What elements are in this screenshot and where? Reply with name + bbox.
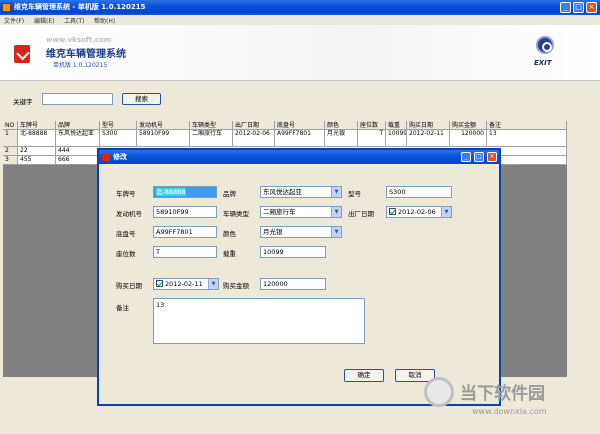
- model-label: 型号: [348, 190, 361, 198]
- banner: www.vksoft.com 维克车辆管理系统 单机版 1.0.120215 E…: [0, 25, 600, 81]
- note-textarea[interactable]: 13: [153, 298, 365, 344]
- column-header[interactable]: 车牌号: [18, 121, 56, 130]
- type-label: 车辆类型: [223, 210, 249, 218]
- table-cell: 666: [56, 156, 100, 165]
- price-label: 购买金额: [223, 282, 249, 290]
- exit-icon[interactable]: [536, 36, 554, 54]
- color-select[interactable]: 月光银 ▼: [260, 226, 342, 238]
- table-cell: 10099: [386, 130, 407, 147]
- row-number: 1: [3, 130, 18, 147]
- watermark-logo-icon: [424, 377, 454, 407]
- column-header[interactable]: 颜色: [325, 121, 358, 130]
- brand-version: 单机版 1.0.120215: [53, 62, 108, 69]
- column-header[interactable]: 出厂日期: [233, 121, 275, 130]
- menu-help[interactable]: 帮助(H): [94, 16, 115, 25]
- chassis-input[interactable]: A99FF7801: [153, 226, 217, 238]
- table-cell: 455: [18, 156, 56, 165]
- color-label: 颜色: [223, 230, 236, 238]
- table-cell: 二厢旅行车: [190, 130, 233, 147]
- table-cell: 东风悦达起亚: [56, 130, 100, 147]
- exit-label[interactable]: EXIT: [534, 59, 552, 67]
- row-number: 2: [3, 147, 18, 156]
- plate-input[interactable]: 北-88888: [153, 186, 217, 198]
- dialog-minimize-button[interactable]: _: [461, 152, 471, 162]
- buy-date-picker[interactable]: 2012-02-11 ▼: [153, 278, 219, 290]
- price-input[interactable]: 120000: [260, 278, 326, 290]
- load-input[interactable]: 10099: [260, 246, 326, 258]
- checkbox-checked-icon[interactable]: [156, 280, 163, 287]
- table-cell: 2012-02-06: [233, 130, 275, 147]
- table-cell: 13: [487, 130, 567, 147]
- search-input[interactable]: [42, 93, 113, 105]
- type-select[interactable]: 二厢旅行车 ▼: [260, 206, 342, 218]
- minimize-button[interactable]: _: [560, 2, 571, 13]
- chassis-label: 底盘号: [116, 230, 136, 238]
- table-cell: A99FF7801: [275, 130, 325, 147]
- dialog-title-bar: 修改 _ □ ×: [99, 150, 499, 164]
- search-label: 关键字: [13, 98, 33, 106]
- factory-date-picker[interactable]: 2012-02-06 ▼: [386, 206, 452, 218]
- column-header[interactable]: 发动机号: [137, 121, 190, 130]
- watermark-text: 当下软件园: [460, 384, 545, 404]
- brand-title: 维克车辆管理系统: [46, 49, 126, 60]
- column-header[interactable]: 备注: [487, 121, 567, 130]
- column-header[interactable]: 型号: [100, 121, 137, 130]
- column-header[interactable]: 购买日期: [407, 121, 450, 130]
- window-title: 维克车辆管理系统 - 单机版 1.0.120215: [14, 3, 146, 11]
- column-header[interactable]: 载重: [386, 121, 407, 130]
- search-button[interactable]: 搜索: [122, 93, 161, 105]
- checkbox-checked-icon[interactable]: [389, 208, 396, 215]
- menu-tools[interactable]: 工具(T): [64, 16, 84, 25]
- chevron-down-icon[interactable]: ▼: [208, 279, 218, 289]
- dialog-maximize-button[interactable]: □: [474, 152, 484, 162]
- brand-label: 品牌: [223, 190, 236, 198]
- table-cell: 月光银: [325, 130, 358, 147]
- buy-date-label: 购买日期: [116, 282, 142, 290]
- table-cell: T: [358, 130, 386, 147]
- table-cell: 58910F99: [137, 130, 190, 147]
- logo-icon: [14, 45, 30, 63]
- table-cell: 北-88888: [18, 130, 56, 147]
- engine-label: 发动机号: [116, 210, 142, 218]
- watermark-url: www.downxia.com: [472, 407, 547, 416]
- table-cell: 22: [18, 147, 56, 156]
- plate-label: 车牌号: [116, 190, 136, 198]
- maximize-button[interactable]: □: [573, 2, 584, 13]
- row-number: 3: [3, 156, 18, 165]
- table-cell: 444: [56, 147, 100, 156]
- dialog-close-button[interactable]: ×: [487, 152, 497, 162]
- column-header[interactable]: 底盘号: [275, 121, 325, 130]
- menu-bar: 文件(F) 编辑(E) 工具(T) 帮助(H): [0, 15, 600, 25]
- table-cell: S300: [100, 130, 137, 147]
- chevron-down-icon[interactable]: ▼: [331, 227, 341, 237]
- column-header[interactable]: 品牌: [56, 121, 100, 130]
- chevron-down-icon[interactable]: ▼: [331, 207, 341, 217]
- column-header[interactable]: NO: [3, 121, 18, 130]
- table-cell: 120000: [450, 130, 487, 147]
- app-icon: [2, 3, 11, 12]
- column-header[interactable]: 座位数: [358, 121, 386, 130]
- table-cell: 2012-02-11: [407, 130, 450, 147]
- load-label: 载重: [223, 250, 236, 258]
- chevron-down-icon[interactable]: ▼: [441, 207, 451, 217]
- dialog-title: 修改: [113, 153, 127, 161]
- title-bar: 维克车辆管理系统 - 单机版 1.0.120215 _ □ ×: [0, 0, 600, 15]
- column-header[interactable]: 购买金额: [450, 121, 487, 130]
- chevron-down-icon[interactable]: ▼: [331, 187, 341, 197]
- close-button[interactable]: ×: [586, 2, 597, 13]
- model-input[interactable]: S300: [386, 186, 452, 198]
- brand-url: www.vksoft.com: [46, 36, 112, 44]
- edit-dialog: 修改 _ □ × 车牌号 北-88888 品牌 东风悦达起亚 ▼ 型号 S300…: [97, 148, 501, 406]
- note-label: 备注: [116, 304, 129, 312]
- brand-select[interactable]: 东风悦达起亚 ▼: [260, 186, 342, 198]
- menu-file[interactable]: 文件(F): [4, 16, 24, 25]
- menu-edit[interactable]: 编辑(E): [34, 16, 54, 25]
- column-header[interactable]: 车辆类型: [190, 121, 233, 130]
- factory-date-label: 出厂日期: [348, 210, 374, 218]
- ok-button[interactable]: 确定: [344, 369, 384, 382]
- seats-input[interactable]: T: [153, 246, 217, 258]
- engine-input[interactable]: 58910F99: [153, 206, 217, 218]
- dialog-icon: [102, 153, 110, 161]
- seats-label: 座位数: [116, 250, 136, 258]
